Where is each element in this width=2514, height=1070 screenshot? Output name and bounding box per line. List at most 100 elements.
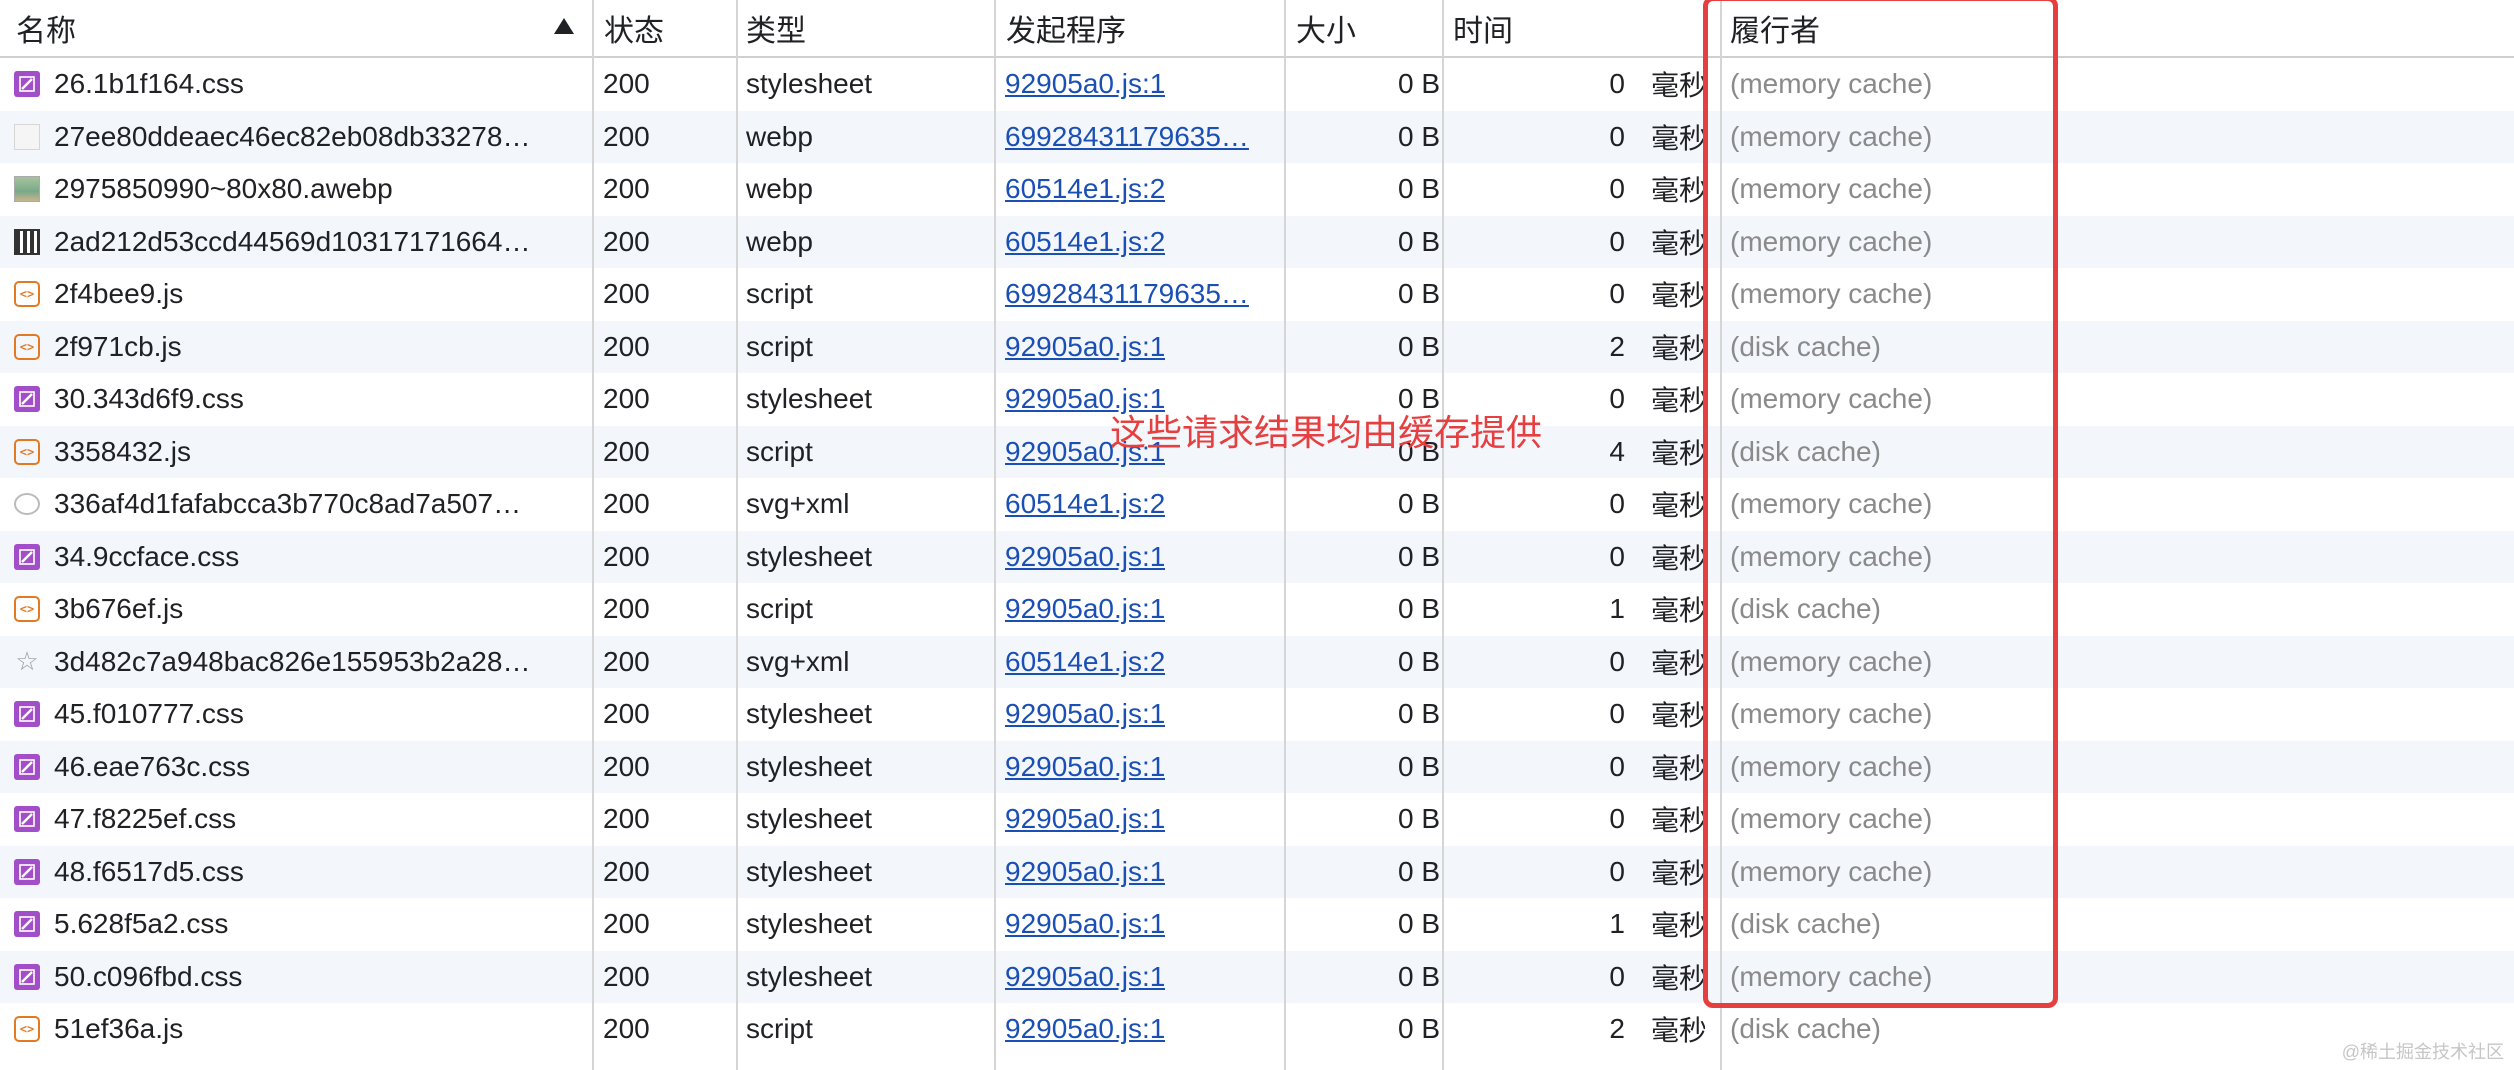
resource-type: stylesheet — [746, 908, 873, 940]
time-unit: 毫秒 — [1651, 70, 1705, 102]
table-row[interactable]: <> 51ef36a.js 200 script 92905a0.js:1 0 B 2 毫秒 (… — [0, 1003, 2514, 1056]
initiator-link[interactable]: 92905a0.js:1 — [1005, 698, 1165, 730]
table-row[interactable]: 50.c096fbd.css 200 stylesheet 92905a0.js:1 0… — [0, 950, 2514, 1003]
column-header-status-label: 状态 — [604, 15, 664, 48]
table-row[interactable]: 46.eae763c.css 200 stylesheet 92905a0.js:1 0… — [0, 740, 2514, 794]
status-code: 200 — [603, 908, 650, 940]
status-code: 200 — [603, 68, 650, 100]
status-code: 200 — [603, 803, 650, 835]
table-row[interactable]: 2975850990~80x80.awebp 200 webp 60514e1.js:… — [0, 163, 2514, 216]
css-file-icon — [14, 753, 40, 780]
column-header-status[interactable]: 状态 — [604, 0, 744, 56]
js-file-icon: <> — [14, 438, 40, 465]
table-row[interactable]: ☆ 3d482c7a948bac826e155953b2a28… 200 svg+xm… — [0, 635, 2514, 689]
initiator-link[interactable]: 69928431179635… — [1005, 121, 1249, 153]
column-header-name[interactable]: 名称 — [16, 0, 586, 56]
request-name: 3b676ef.js — [54, 593, 184, 625]
initiator-link[interactable]: 60514e1.js:2 — [1005, 226, 1165, 258]
initiator-link[interactable]: 92905a0.js:1 — [1005, 1013, 1165, 1045]
column-header-time[interactable]: 时间 — [1453, 0, 1713, 56]
table-row[interactable]: 336af4d1fafabcca3b770c8ad7a507… 200 svg+xm… — [0, 478, 2514, 531]
table-row[interactable]: <> 2f4bee9.js 200 script 69928431179635… 0 B0… — [0, 268, 2514, 321]
initiator-cell: 92905a0.js:1 — [1005, 793, 1285, 846]
size-cell: 0 B — [1290, 163, 1440, 216]
request-name: 2f4bee9.js — [54, 278, 184, 310]
time-cell: 0 毫秒 — [1445, 846, 1705, 899]
column-divider[interactable] — [1442, 0, 1444, 1070]
initiator-link[interactable]: 60514e1.js:2 — [1005, 646, 1165, 678]
table-row[interactable]: 48.f6517d5.css 200 stylesheet 92905a0.js:1 0… — [0, 845, 2514, 899]
initiator-link[interactable]: 92905a0.js:1 — [1005, 751, 1165, 783]
initiator-link[interactable]: 92905a0.js:1 — [1005, 593, 1165, 625]
time-value: 0 — [1609, 120, 1625, 152]
resource-type: webp — [746, 173, 813, 205]
column-divider[interactable] — [592, 0, 594, 1070]
column-divider[interactable] — [994, 0, 996, 1070]
js-file-icon: <> — [14, 281, 40, 308]
size-cell: 0 B — [1290, 793, 1440, 846]
initiator-link[interactable]: 92905a0.js:1 — [1005, 331, 1165, 363]
sort-ascending-icon[interactable] — [554, 18, 574, 34]
status-cell: 200 — [603, 636, 743, 689]
table-row[interactable]: 2ad212d53ccd44569d10317171664… 200 webp 605… — [0, 215, 2514, 269]
column-divider[interactable] — [1284, 0, 1286, 1070]
table-row[interactable]: <> 3b676ef.js 200 script 92905a0.js:1 0 B 1 毫秒(… — [0, 583, 2514, 636]
initiator-cell: 69928431179635… — [1005, 268, 1285, 321]
table-row[interactable]: 26.1b1f164.css 200 stylesheet 92905a0.js:1 0… — [0, 58, 2514, 111]
type-cell: stylesheet — [746, 741, 996, 794]
time-cell: 0 毫秒 — [1445, 793, 1705, 846]
initiator-link[interactable]: 92905a0.js:1 — [1005, 908, 1165, 940]
initiator-link[interactable]: 92905a0.js:1 — [1005, 961, 1165, 993]
size-value: 0 B — [1397, 330, 1440, 362]
initiator-link[interactable]: 92905a0.js:1 — [1005, 541, 1165, 573]
table-row[interactable]: 34.9ccface.css 200 stylesheet 92905a0.js:1 0… — [0, 530, 2514, 583]
request-name-cell: 46.eae763c.css — [14, 741, 584, 794]
time-cell: 0 毫秒 — [1445, 268, 1705, 321]
time-unit: 毫秒 — [1651, 122, 1705, 154]
time-value: 0 — [1609, 698, 1625, 730]
time-value: 0 — [1609, 960, 1625, 992]
column-divider[interactable] — [736, 0, 738, 1070]
table-row[interactable]: <> 2f971cb.js 200 script 92905a0.js:1 0 B 2 毫秒(… — [0, 320, 2514, 374]
request-name-cell: 2ad212d53ccd44569d10317171664… — [14, 216, 584, 269]
highlight-box — [1703, 0, 2058, 1008]
column-header-size[interactable]: 大小 — [1296, 0, 1446, 56]
resource-type: stylesheet — [746, 698, 873, 730]
js-file-icon: <> — [14, 333, 40, 360]
initiator-link[interactable]: 92905a0.js:1 — [1005, 803, 1165, 835]
request-name-cell: 45.f010777.css — [14, 688, 584, 741]
initiator-link[interactable]: 69928431179635… — [1005, 278, 1249, 310]
js-file-icon: <> — [14, 596, 40, 623]
initiator-link[interactable]: 60514e1.js:2 — [1005, 173, 1165, 205]
resource-type: script — [746, 435, 813, 467]
time-cell: 2 毫秒 — [1445, 321, 1705, 374]
request-name: 2f971cb.js — [54, 330, 182, 362]
initiator-cell: 92905a0.js:1 — [1005, 321, 1285, 374]
size-value: 0 B — [1397, 698, 1440, 730]
resource-type: script — [746, 278, 813, 310]
type-cell: svg+xml — [746, 636, 996, 689]
time-unit: 毫秒 — [1651, 437, 1705, 469]
photo-thumbnail-icon — [14, 176, 40, 203]
time-unit: 毫秒 — [1651, 595, 1705, 627]
table-row[interactable]: 27ee80ddeaec46ec82eb08db33278… 200 webp 699… — [0, 110, 2514, 163]
table-row[interactable]: 47.f8225ef.css 200 stylesheet 92905a0.js:1 0… — [0, 793, 2514, 846]
size-value: 0 B — [1397, 278, 1440, 310]
type-cell: svg+xml — [746, 478, 996, 531]
request-name: 2ad212d53ccd44569d10317171664… — [54, 225, 531, 257]
column-header-type[interactable]: 类型 — [746, 0, 996, 56]
request-name: 30.343d6f9.css — [54, 383, 244, 415]
initiator-link[interactable]: 92905a0.js:1 — [1005, 856, 1165, 888]
request-name: 46.eae763c.css — [54, 750, 251, 782]
initiator-link[interactable]: 92905a0.js:1 — [1005, 68, 1165, 100]
column-header-initiator[interactable]: 发起程序 — [1006, 0, 1286, 56]
type-cell: stylesheet — [746, 58, 996, 111]
size-value: 0 B — [1397, 593, 1440, 625]
css-file-icon — [14, 543, 40, 570]
initiator-link[interactable]: 60514e1.js:2 — [1005, 488, 1165, 520]
status-cell: 200 — [603, 898, 743, 951]
status-code: 200 — [603, 225, 650, 257]
type-cell: webp — [746, 216, 996, 269]
table-row[interactable]: 5.628f5a2.css 200 stylesheet 92905a0.js:1 0 … — [0, 898, 2514, 951]
table-row[interactable]: 45.f010777.css 200 stylesheet 92905a0.js:1 0… — [0, 688, 2514, 741]
